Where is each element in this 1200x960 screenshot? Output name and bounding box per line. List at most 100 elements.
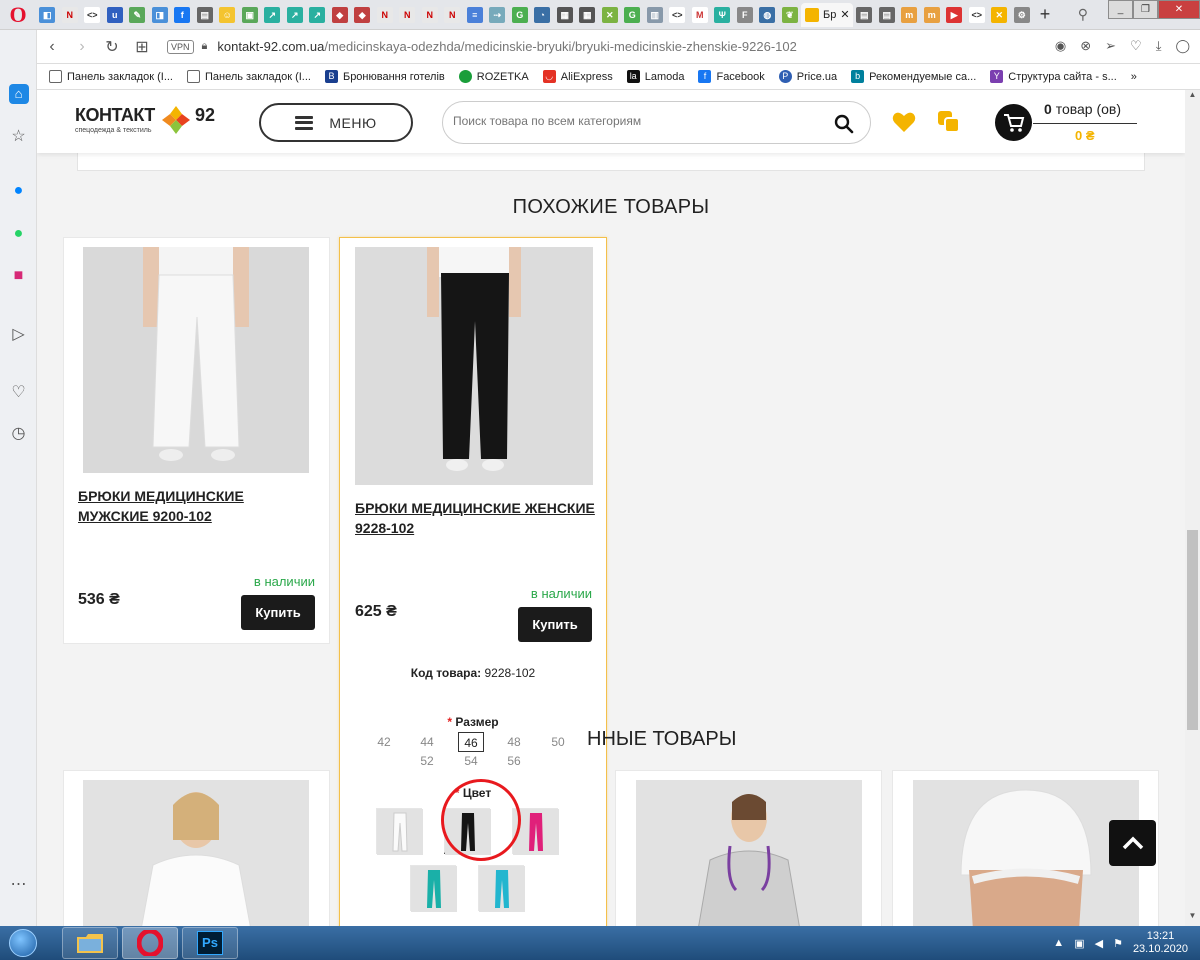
tab-favicon-21[interactable]: ⇢ [486,3,509,27]
tab-favicon-31[interactable]: Ψ [711,3,734,27]
tab-favicon-4[interactable]: u [104,3,127,27]
menu-button[interactable]: МЕНЮ [259,103,413,142]
flag-icon[interactable]: ⚑ [1113,937,1123,950]
tab-favicon-26[interactable]: ✕ [599,3,622,27]
tab-favicon-17[interactable]: N [396,3,419,27]
vpn-badge[interactable]: VPN [167,39,194,54]
lock-icon[interactable]: 🔒︎ [202,40,208,53]
tab-search-icon[interactable]: ⚲ [1078,6,1088,23]
tab-favicon-39[interactable]: m [921,3,944,27]
tab-favicon-11[interactable]: ↗ [261,3,284,27]
tab-favicon-34[interactable]: ❦ [779,3,802,27]
buy-button[interactable]: Купить [518,607,592,642]
scrollbar-thumb[interactable] [1187,530,1198,730]
network-icon[interactable]: ▣ [1074,937,1084,950]
search-input[interactable] [453,114,813,128]
tab-favicon-8[interactable]: ▤ [194,3,217,27]
size-option-48[interactable]: 48 [501,732,527,752]
size-option-56[interactable]: 56 [501,751,527,771]
buy-button[interactable]: Купить [241,595,315,630]
size-option-44[interactable]: 44 [414,732,440,752]
heart-icon[interactable]: ♡ [1130,38,1142,54]
tab-favicon-41[interactable]: <> [966,3,989,27]
account-icon[interactable]: ◯ [1175,38,1190,54]
start-button[interactable] [0,926,46,960]
heart-icon[interactable]: ♡ [0,382,37,402]
flow-icon[interactable]: ▷ [0,324,37,344]
size-option-46-selected[interactable]: 46 [458,732,484,752]
recent-product-card-1[interactable] [63,770,330,926]
tab-favicon-37[interactable]: ▤ [876,3,899,27]
tab-favicon-15[interactable]: ◆ [351,3,374,27]
bookmark-priceua[interactable]: P Price.ua [778,70,837,83]
size-option-42[interactable]: 42 [371,732,397,752]
tab-favicon-22[interactable]: G [509,3,532,27]
tab-favicon-1[interactable]: ◧ [36,3,59,27]
tab-favicon-13[interactable]: ↗ [306,3,329,27]
forward-button[interactable]: › [67,38,97,56]
tab-favicon-16[interactable]: N [374,3,397,27]
close-window-button[interactable]: ✕ [1158,0,1200,19]
tray-expand-icon[interactable]: ▲ [1053,937,1064,949]
color-swatch-white[interactable] [376,808,423,855]
back-to-top-button[interactable] [1109,820,1156,866]
sidebar-more-icon[interactable]: ⋯ [0,874,37,894]
cart-button[interactable] [995,104,1032,141]
taskbar-explorer[interactable] [62,927,118,959]
color-swatch-teal[interactable] [410,865,457,912]
compare-icon[interactable] [936,109,961,134]
tab-favicon-30[interactable]: M [689,3,712,27]
whatsapp-icon[interactable]: ● [0,225,37,243]
favorites-heart-icon[interactable] [892,111,916,133]
ad-block-icon[interactable]: ⊗ [1080,38,1091,54]
recent-product-card-3[interactable] [615,770,882,926]
bookmark-rozetka[interactable]: ROZETKA [458,70,529,83]
tab-favicon-33[interactable]: ◍ [756,3,779,27]
size-option-52[interactable]: 52 [414,751,440,771]
tab-favicon-10[interactable]: ▣ [239,3,262,27]
page-scrollbar[interactable]: ▲ ▼ [1185,90,1200,926]
taskbar-opera[interactable] [122,927,178,959]
tab-favicon-2[interactable]: N [59,3,82,27]
product-card-1[interactable]: БРЮКИ МЕДИЦИНСКИЕ МУЖСКИЕ 9200-102 в нал… [63,237,330,644]
bookmark-aliexpress[interactable]: ◡ AliExpress [542,70,613,83]
tab-favicon-27[interactable]: G [621,3,644,27]
tab-favicon-36[interactable]: ▤ [853,3,876,27]
tab-favicon-3[interactable]: <> [81,3,104,27]
tab-favicon-40[interactable]: ▶ [943,3,966,27]
bookmark-lamoda[interactable]: la Lamoda [626,70,684,83]
search-icon[interactable] [834,114,854,134]
bookmark-structure[interactable]: Y Структура сайта - s... [990,70,1117,83]
color-swatch-turquoise[interactable] [478,865,525,912]
scroll-up-arrow-icon[interactable]: ▲ [1185,90,1200,105]
home-icon[interactable]: ⌂ [0,84,37,104]
bookmark-booking[interactable]: B Бронювання готелів [324,70,445,83]
tab-favicon-24[interactable]: ▦ [554,3,577,27]
tab-active[interactable]: Бр ✕ [801,2,853,27]
tab-favicon-32[interactable]: F [734,3,757,27]
instagram-icon[interactable]: ■ [0,267,37,285]
url-field[interactable]: kontakt-92.com.ua/medicinskaya-odezhda/m… [217,39,797,54]
tab-favicon-25[interactable]: ▦ [576,3,599,27]
speed-dial-icon[interactable]: ⊞ [127,37,157,57]
cart-count[interactable]: 0 товар (ов) [1044,101,1121,117]
tab-favicon-38[interactable]: m [898,3,921,27]
scroll-down-arrow-icon[interactable]: ▼ [1185,911,1200,926]
taskbar-photoshop[interactable]: Ps [182,927,238,959]
tab-favicon-12[interactable]: ↗ [284,3,307,27]
tab-favicon-19[interactable]: N [441,3,464,27]
tab-favicon-18[interactable]: N [419,3,442,27]
tab-favicon-23[interactable]: ◔ [531,3,554,27]
product-image[interactable] [83,247,309,473]
close-tab-icon[interactable]: ✕ [840,7,849,23]
new-tab-button[interactable]: + [1033,4,1057,25]
tab-favicon-29[interactable]: <> [666,3,689,27]
tab-favicon-7[interactable]: f [171,3,194,27]
volume-icon[interactable]: ◀︎ [1095,937,1103,950]
site-logo[interactable]: КОНТАКТ 92 спецодежда & текстиль [75,105,215,139]
bookmarks-star-icon[interactable]: ☆ [0,126,37,146]
tab-favicon-14[interactable]: ◆ [329,3,352,27]
bookmark-folder-1[interactable]: Панель закладок (І... [49,70,173,83]
snapshot-icon[interactable]: ◉ [1055,38,1066,54]
messenger-icon[interactable]: ● [0,182,37,200]
